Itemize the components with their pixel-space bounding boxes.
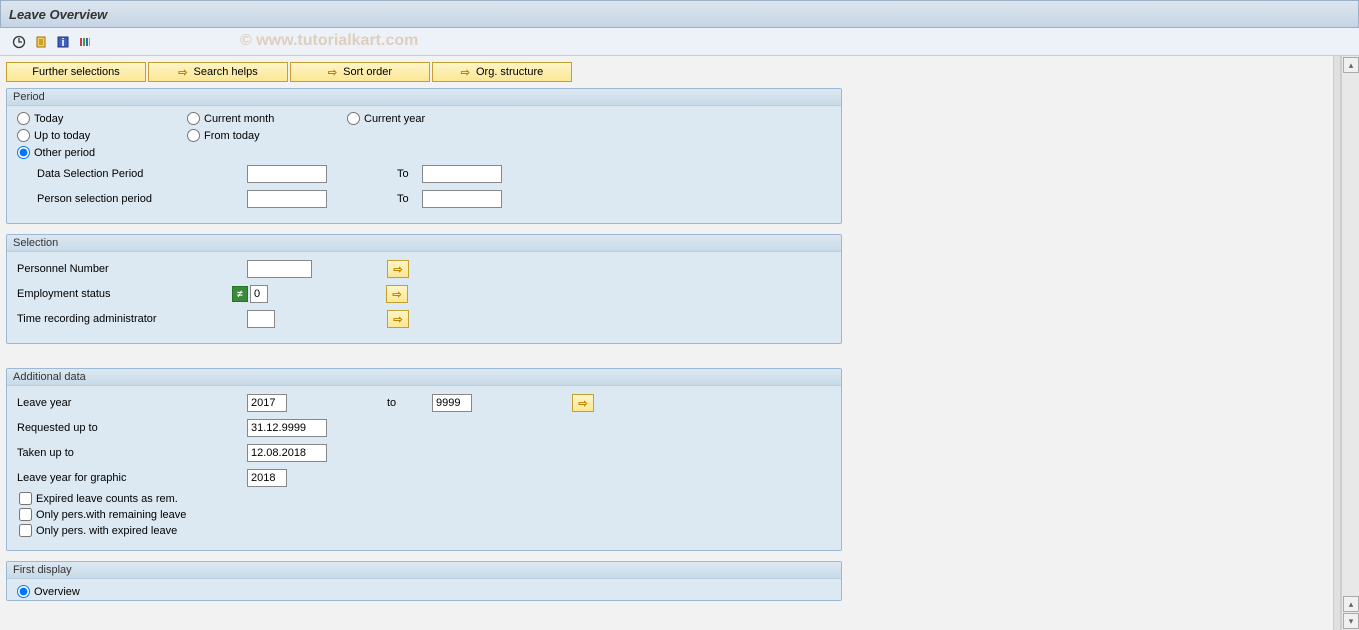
arrow-right-icon: ⇨ xyxy=(578,397,587,410)
to-label-lower: to xyxy=(287,397,432,409)
leave-year-multiple-button[interactable]: ⇨ xyxy=(572,394,594,412)
settings-icon[interactable] xyxy=(76,33,94,51)
time-rec-admin-multiple-button[interactable]: ⇨ xyxy=(387,310,409,328)
arrow-right-icon: ⇨ xyxy=(178,66,187,79)
time-rec-admin-label: Time recording administrator xyxy=(17,313,247,325)
to-label: To xyxy=(327,193,422,205)
taken-up-to-input[interactable] xyxy=(247,444,327,462)
additional-data-group: Additional data Leave year to ⇨ Requeste… xyxy=(6,368,842,551)
only-remaining-checkbox[interactable]: Only pers.with remaining leave xyxy=(17,508,831,521)
page-title: Leave Overview xyxy=(9,7,107,22)
arrow-right-icon: ⇨ xyxy=(328,66,337,79)
further-selections-button[interactable]: Further selections xyxy=(6,62,146,82)
radio-current-month[interactable]: Current month xyxy=(187,112,347,125)
scroll-down-button[interactable]: ▾ xyxy=(1343,613,1359,629)
data-selection-period-label: Data Selection Period xyxy=(17,168,247,180)
arrow-right-icon: ⇨ xyxy=(392,288,401,301)
radio-today[interactable]: Today xyxy=(17,112,187,125)
radio-up-to-today[interactable]: Up to today xyxy=(17,129,187,142)
personnel-number-label: Personnel Number xyxy=(17,263,247,275)
person-selection-from-input[interactable] xyxy=(247,190,327,208)
leave-year-graphic-label: Leave year for graphic xyxy=(17,472,247,484)
person-selection-period-label: Person selection period xyxy=(17,193,247,205)
scroll-up-step-button[interactable]: ▴ xyxy=(1343,596,1359,612)
content-area: Further selections ⇨Search helps ⇨Sort o… xyxy=(0,56,1359,626)
search-helps-button[interactable]: ⇨Search helps xyxy=(148,62,288,82)
first-display-legend: First display xyxy=(7,562,841,579)
radio-other-period[interactable]: Other period xyxy=(17,146,187,159)
not-equal-icon[interactable]: ≠ xyxy=(232,286,248,302)
leave-year-from-input[interactable] xyxy=(247,394,287,412)
expired-leave-checkbox[interactable]: Expired leave counts as rem. xyxy=(17,492,831,505)
data-selection-to-input[interactable] xyxy=(422,165,502,183)
arrow-right-icon: ⇨ xyxy=(393,263,402,276)
execute-icon[interactable] xyxy=(10,33,28,51)
arrow-right-icon: ⇨ xyxy=(461,66,470,79)
scroll-track[interactable] xyxy=(1333,56,1341,630)
svg-text:i: i xyxy=(61,37,64,49)
title-bar: Leave Overview xyxy=(0,0,1359,28)
vertical-scrollbar[interactable]: ▴ ▴ ▾ xyxy=(1341,56,1359,630)
radio-from-today[interactable]: From today xyxy=(187,129,347,142)
leave-year-to-input[interactable] xyxy=(432,394,472,412)
requested-up-to-label: Requested up to xyxy=(17,422,247,434)
selection-group: Selection Personnel Number ⇨ Employment … xyxy=(6,234,842,344)
taken-up-to-label: Taken up to xyxy=(17,447,247,459)
personnel-number-input[interactable] xyxy=(247,260,312,278)
radio-current-year[interactable]: Current year xyxy=(347,112,507,125)
toolbar: i xyxy=(0,28,1359,56)
employment-status-input[interactable] xyxy=(250,285,268,303)
person-selection-to-input[interactable] xyxy=(422,190,502,208)
additional-data-legend: Additional data xyxy=(7,369,841,386)
variant-icon[interactable] xyxy=(32,33,50,51)
data-selection-from-input[interactable] xyxy=(247,165,327,183)
arrow-right-icon: ⇨ xyxy=(393,313,402,326)
personnel-number-multiple-button[interactable]: ⇨ xyxy=(387,260,409,278)
leave-year-label: Leave year xyxy=(17,397,247,409)
to-label: To xyxy=(327,168,422,180)
employment-status-multiple-button[interactable]: ⇨ xyxy=(386,285,408,303)
org-structure-button[interactable]: ⇨Org. structure xyxy=(432,62,572,82)
sort-order-button[interactable]: ⇨Sort order xyxy=(290,62,430,82)
period-group: Period Today Current month Current year … xyxy=(6,88,842,224)
time-rec-admin-input[interactable] xyxy=(247,310,275,328)
leave-year-graphic-input[interactable] xyxy=(247,469,287,487)
only-expired-checkbox[interactable]: Only pers. with expired leave xyxy=(17,524,831,537)
radio-overview[interactable]: Overview xyxy=(17,585,831,598)
selection-buttons-row: Further selections ⇨Search helps ⇨Sort o… xyxy=(6,62,1353,82)
selection-legend: Selection xyxy=(7,235,841,252)
first-display-group: First display Overview xyxy=(6,561,842,601)
scroll-up-button[interactable]: ▴ xyxy=(1343,57,1359,73)
employment-status-label: Employment status xyxy=(17,288,232,300)
requested-up-to-input[interactable] xyxy=(247,419,327,437)
info-icon[interactable]: i xyxy=(54,33,72,51)
period-legend: Period xyxy=(7,89,841,106)
